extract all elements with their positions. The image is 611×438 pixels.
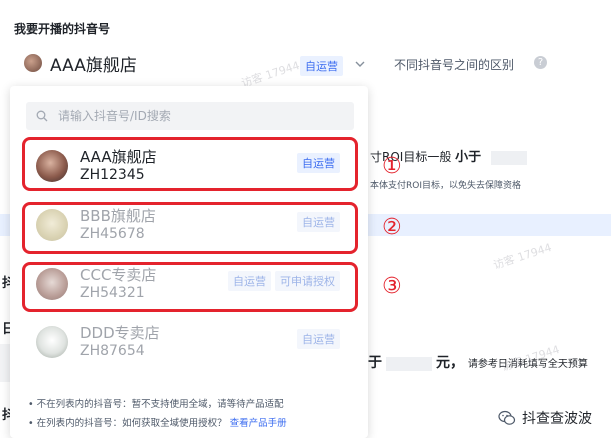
annotation-box-3 [22,262,358,312]
brand-name: 抖查查波波 [522,411,592,427]
account-name: DDD专卖店 [80,324,160,342]
roi-subhint: 本体支付ROI目标，以免失去保障资格 [370,181,521,191]
annotation-box-1 [22,137,358,191]
account-selector[interactable]: AAA旗舰店 自运营 [14,44,370,82]
account-id: ZH87654 [80,343,145,359]
selected-account-tag: 自运营 [300,56,343,76]
annotation-number-1: ① [382,154,402,179]
product-manual-link[interactable]: 查看产品手册 [230,418,287,429]
account-avatar [36,326,68,358]
search-icon [36,110,48,122]
chevron-down-icon[interactable] [353,57,367,71]
wechat-icon [498,410,516,425]
watermark: 访客 17944 [491,240,554,273]
account-search[interactable] [26,102,354,130]
account-option-ddd[interactable]: DDD专卖店 ZH87654 自运营 [24,316,354,368]
selected-account-name: AAA旗舰店 [50,55,137,76]
annotation-number-2: ② [382,215,402,240]
selected-account-avatar [24,54,42,72]
section-title: 我要开播的抖音号 [14,22,111,36]
account-diff-link[interactable]: 不同抖音号之间的区别 [394,56,514,73]
help-icon[interactable]: ? [534,56,547,69]
annotation-number-3: ③ [382,274,402,299]
footnote-authorization: • 在列表内的抖音号：如何获取全域使用授权？ 查看产品手册 [28,418,287,429]
left-input-stub [0,344,10,382]
footnote-unsupported: • 不在列表内的抖音号：暂不支持使用全域，请等待产品适配 [28,399,284,410]
annotation-box-2 [22,202,358,254]
brand-signature: 抖查查波波 [498,408,592,428]
search-input[interactable] [56,108,354,124]
self-operated-tag: 自运营 [297,329,340,349]
